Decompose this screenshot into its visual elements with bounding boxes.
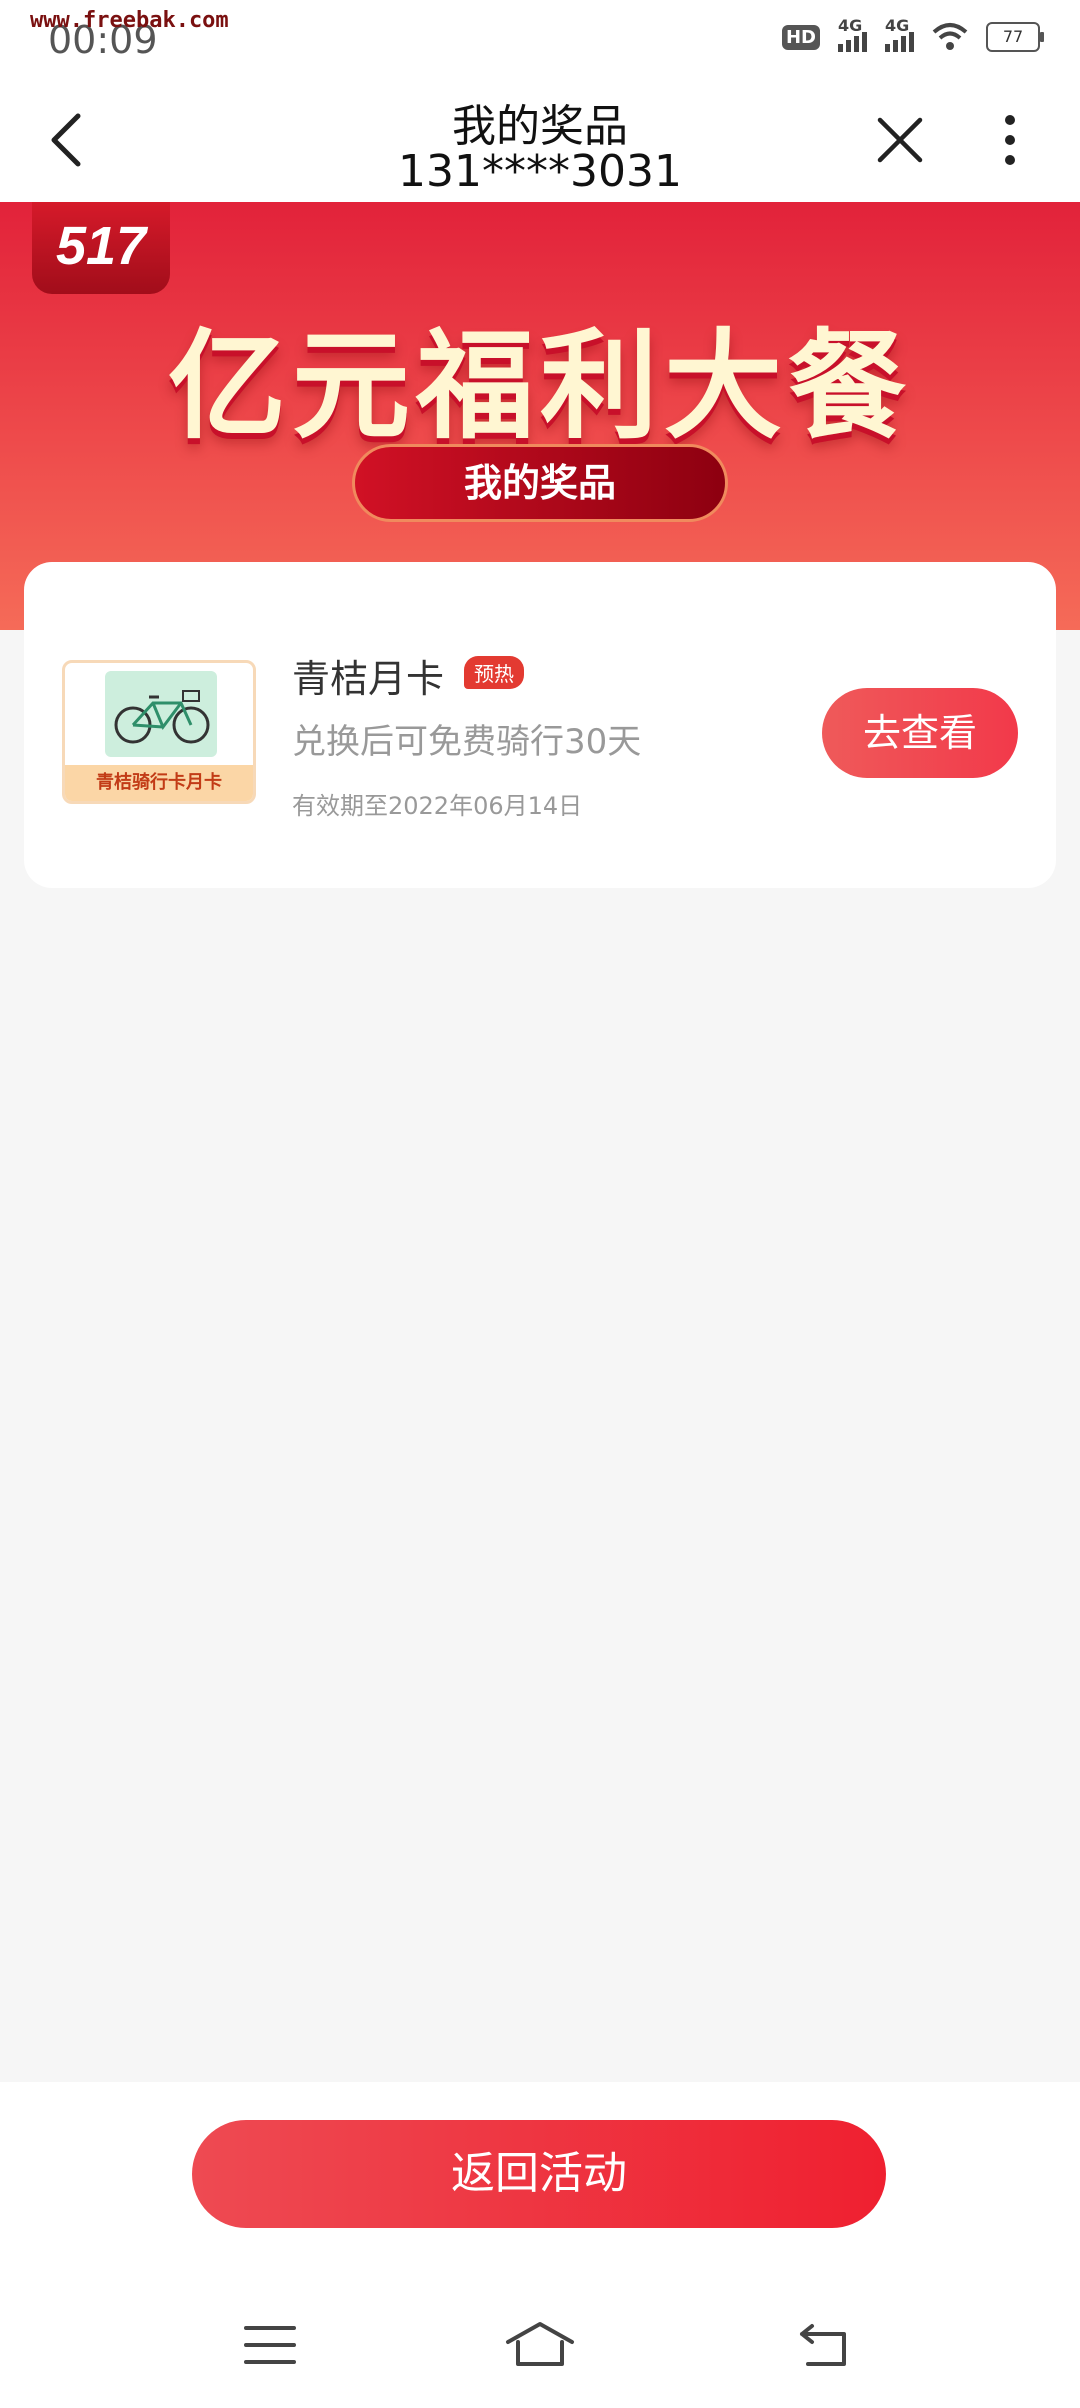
close-icon[interactable] <box>870 110 930 170</box>
watermark: www.freebak.com <box>30 8 229 33</box>
prize-card: 青桔骑行卡月卡 青桔月卡 预热 兑换后可免费骑行30天 有效期至2022年06月… <box>24 562 1056 888</box>
preheat-tag: 预热 <box>464 656 524 689</box>
bicycle-image <box>105 671 217 757</box>
prize-thumbnail: 青桔骑行卡月卡 <box>62 660 256 804</box>
prize-expiry: 有效期至2022年06月14日 <box>292 792 583 820</box>
menu-icon[interactable] <box>240 2320 300 2370</box>
hero-title: 亿元福利大餐 <box>167 317 912 455</box>
back-icon[interactable] <box>794 2320 854 2370</box>
status-icons: HD 4G 4G 77 <box>781 16 1044 52</box>
network-type-label: 4G <box>885 16 910 35</box>
event-badge: 517 <box>32 202 170 294</box>
hd-icon: HD <box>781 24 820 50</box>
return-to-activity-button[interactable]: 返回活动 <box>192 2120 886 2228</box>
my-prizes-pill: 我的奖品 <box>352 444 728 522</box>
battery-icon: 77 <box>986 22 1044 52</box>
network-type-label: 4G <box>838 16 863 35</box>
prize-description: 兑换后可免费骑行30天 <box>292 722 642 762</box>
prize-name: 青桔月卡 <box>292 657 445 701</box>
bicycle-icon <box>114 690 210 744</box>
home-icon[interactable] <box>504 2320 576 2370</box>
system-nav-bar <box>0 2300 1080 2390</box>
wifi-icon <box>932 23 968 50</box>
signal-icon: 4G <box>838 16 867 52</box>
status-bar: 00:09 www.freebak.com HD 4G 4G 77 <box>0 0 1080 80</box>
view-prize-button[interactable]: 去查看 <box>822 688 1018 778</box>
signal-icon: 4G <box>885 16 914 52</box>
nav-bar: 我的奖品 131****3031 <box>0 80 1080 202</box>
more-vertical-icon[interactable] <box>990 110 1030 170</box>
prize-thumbnail-label: 青桔骑行卡月卡 <box>65 765 253 801</box>
